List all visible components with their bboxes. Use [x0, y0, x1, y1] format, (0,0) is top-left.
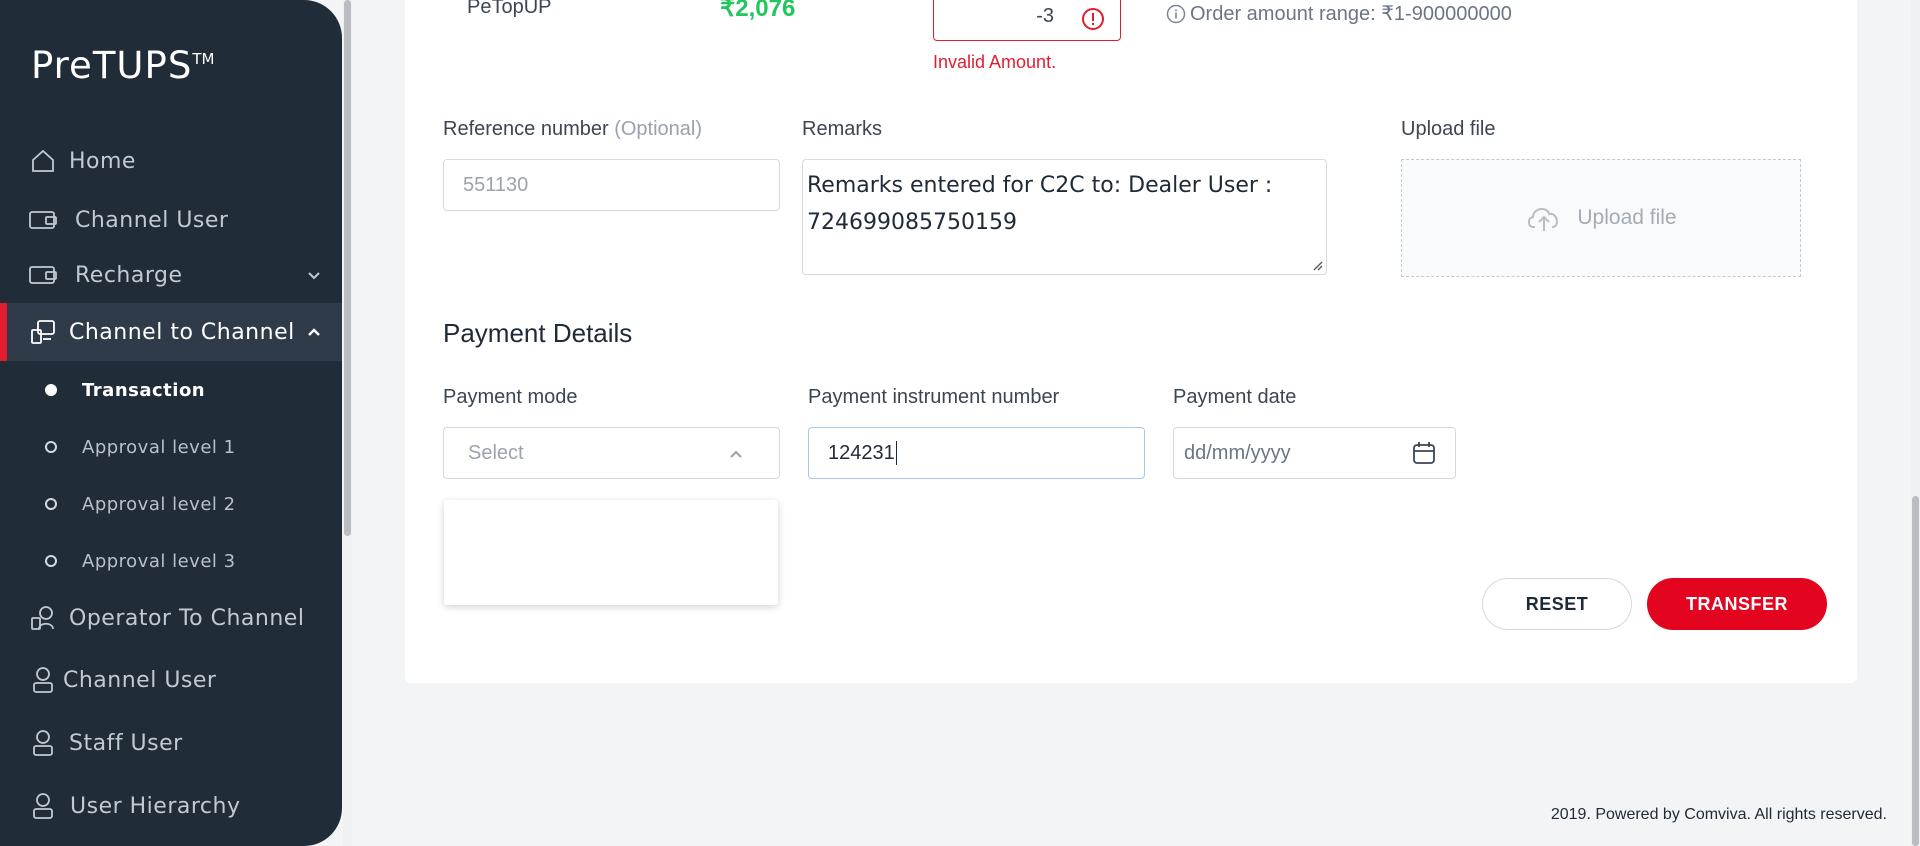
- payment-instrument-label: Payment instrument number: [808, 386, 1060, 408]
- sidebar-scrollbar-thumb[interactable]: [344, 0, 351, 536]
- bullet-icon: [45, 384, 57, 396]
- payment-section-title: Payment Details: [443, 318, 633, 348]
- resize-handle-icon[interactable]: [1311, 259, 1323, 271]
- sidebar-item-channel-to-channel[interactable]: Channel to Channel: [0, 303, 342, 361]
- transfer-button[interactable]: TRANSFER: [1647, 578, 1827, 630]
- footer-copyright: 2019. Powered by Comviva. All rights res…: [1550, 806, 1887, 823]
- upload-dropzone[interactable]: Upload file: [1401, 159, 1801, 277]
- user-icon: [28, 791, 58, 821]
- sidebar-item-channel-user-2[interactable]: Channel User: [0, 651, 342, 709]
- amount-range-info: Order amount range: ₹1-900000000: [1190, 3, 1512, 25]
- sidebar-item-home[interactable]: Home: [0, 132, 342, 190]
- user-icon: [28, 728, 58, 758]
- reset-button[interactable]: RESET: [1482, 578, 1632, 630]
- payment-mode-label: Payment mode: [443, 386, 578, 408]
- remarks-textarea[interactable]: Remarks entered for C2C to: Dealer User …: [802, 159, 1327, 275]
- sidebar-item-operator-to-channel[interactable]: Operator To Channel: [0, 589, 342, 647]
- payment-date-label: Payment date: [1173, 386, 1297, 408]
- wallet-icon: [28, 260, 58, 290]
- transfer-icon: [28, 317, 58, 347]
- chevron-up-icon: [308, 328, 320, 336]
- sidebar-item-recharge[interactable]: Recharge: [0, 246, 342, 304]
- reference-label: Reference number (Optional): [443, 118, 703, 140]
- sidebar-subitem-approval-1[interactable]: Approval level 1: [0, 427, 342, 467]
- sidebar-item-staff-user[interactable]: Staff User: [0, 714, 342, 772]
- app-logo: PreTUPSTM: [31, 44, 215, 87]
- amount-input[interactable]: -3: [933, 0, 1121, 41]
- text-cursor: [895, 441, 897, 465]
- chevron-up-icon: [730, 450, 742, 458]
- sidebar-scrollbar[interactable]: [343, 0, 352, 846]
- payment-mode-dropdown[interactable]: [444, 500, 778, 605]
- calendar-icon[interactable]: [1411, 440, 1437, 466]
- sidebar-subitem-approval-2[interactable]: Approval level 2: [0, 484, 342, 524]
- product-name: PeTopUP: [467, 0, 552, 18]
- sidebar: PreTUPSTM Home Channel User Recharge Cha…: [0, 0, 342, 846]
- reference-input[interactable]: 551130: [443, 159, 780, 211]
- bullet-icon: [45, 498, 57, 510]
- error-icon: [1082, 8, 1104, 30]
- upload-label: Upload file: [1401, 118, 1496, 140]
- payment-mode-select[interactable]: Select: [443, 427, 780, 479]
- payment-date-input[interactable]: dd/mm/yyyy: [1173, 427, 1456, 479]
- chevron-down-icon: [308, 272, 320, 280]
- product-balance: ₹2,076: [720, 0, 796, 22]
- page-scrollbar-thumb[interactable]: [1912, 496, 1919, 846]
- remarks-label: Remarks: [802, 118, 883, 140]
- info-icon: [1166, 4, 1186, 24]
- home-icon: [28, 146, 58, 176]
- bullet-icon: [45, 555, 57, 567]
- transfer-form-card: PeTopUP ₹2,076 -3 Invalid Amount. Order …: [405, 0, 1857, 683]
- amount-error: Invalid Amount.: [933, 52, 1057, 72]
- payment-instrument-input[interactable]: 124231: [808, 427, 1145, 479]
- user-icon: [28, 665, 58, 695]
- operator-transfer-icon: [28, 603, 58, 633]
- sidebar-subitem-approval-3[interactable]: Approval level 3: [0, 541, 342, 581]
- sidebar-item-user-hierarchy[interactable]: User Hierarchy: [0, 777, 342, 835]
- wallet-icon: [28, 205, 58, 235]
- page-scrollbar[interactable]: [1911, 0, 1920, 846]
- sidebar-subitem-transaction[interactable]: Transaction: [0, 370, 342, 410]
- sidebar-item-channel-user[interactable]: Channel User: [0, 191, 342, 249]
- bullet-icon: [45, 441, 57, 453]
- cloud-upload-icon: [1528, 208, 1559, 231]
